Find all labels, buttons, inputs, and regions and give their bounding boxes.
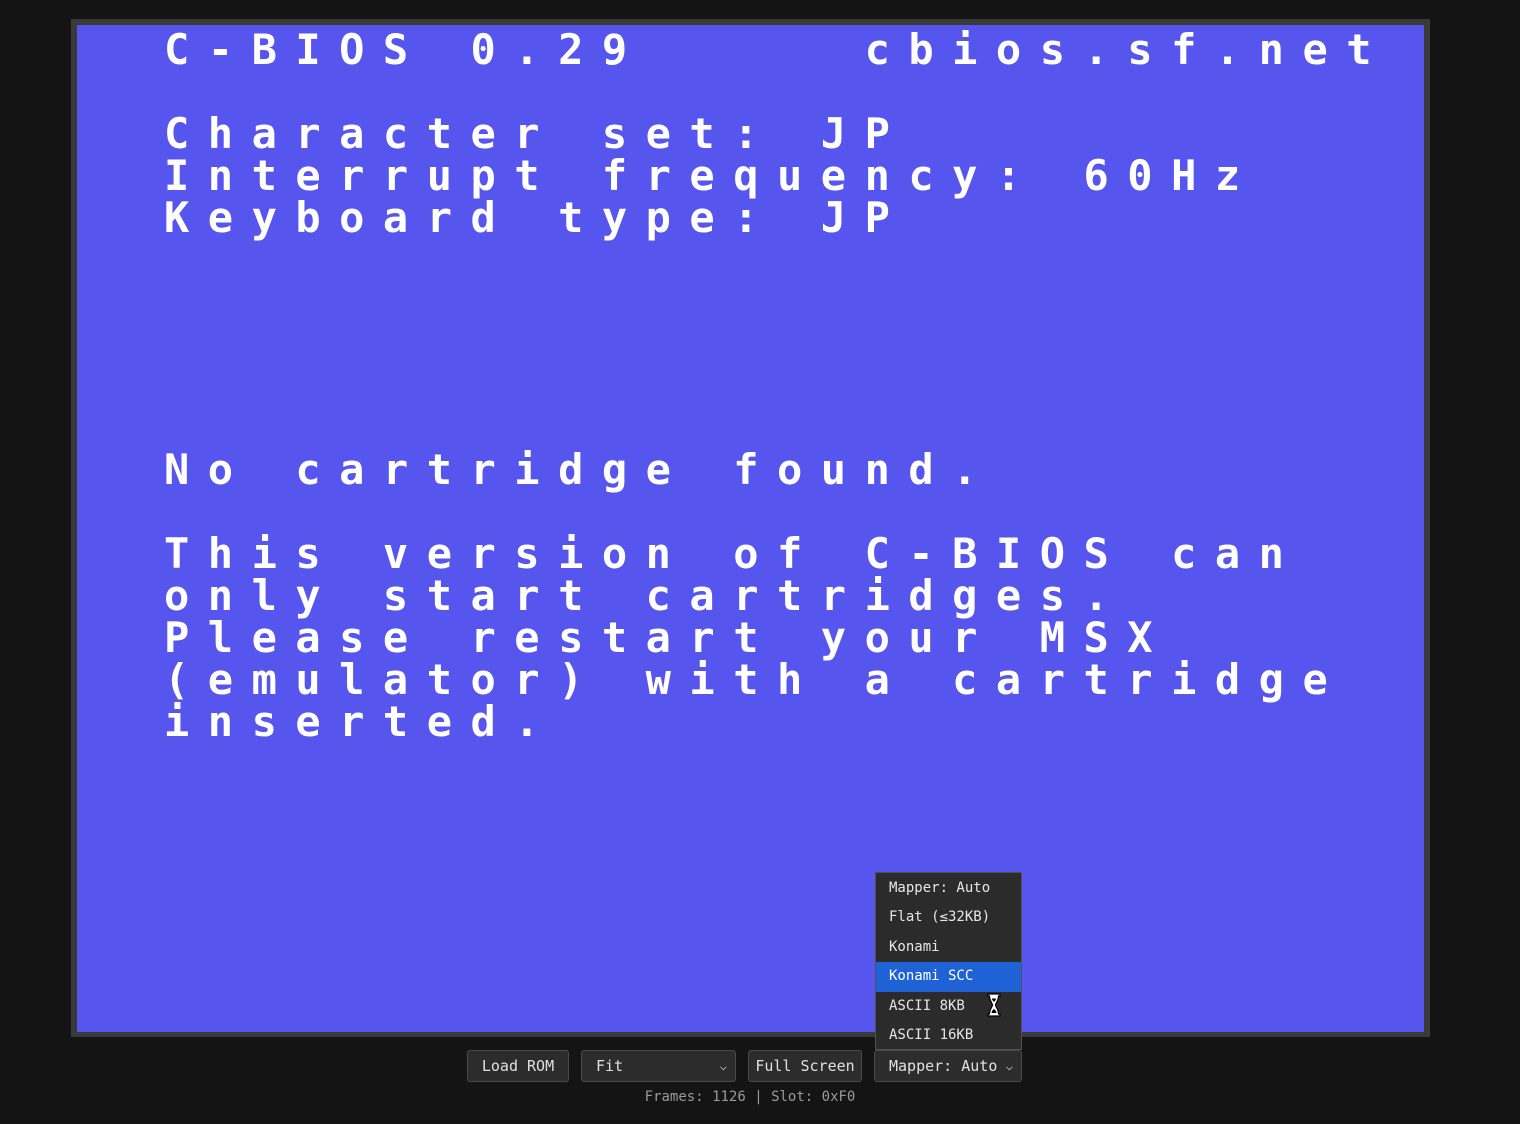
screen-line: Please restart your MSX xyxy=(164,613,1172,662)
chevron-down-icon: ⌵ xyxy=(719,1059,727,1073)
mapper-option-ascii-16kb[interactable]: ASCII 16KB xyxy=(876,1021,1021,1050)
mapper-dropdown-list[interactable]: Mapper: Auto Flat (≤32KB) Konami Konami … xyxy=(875,872,1022,1050)
mapper-option-flat[interactable]: Flat (≤32KB) xyxy=(876,903,1021,932)
screen-line: Character set: JP xyxy=(164,109,909,158)
scale-select-value: Fit xyxy=(596,1057,624,1075)
screen-line: (emulator) with a cartridge xyxy=(164,655,1347,704)
screen-line: Keyboard type: JP xyxy=(164,193,909,242)
screen-line: C-BIOS 0.29 cbios.sf.net xyxy=(164,25,1391,74)
mapper-option-konami-scc[interactable]: Konami SCC xyxy=(876,962,1021,992)
mapper-option-auto[interactable]: Mapper: Auto xyxy=(876,874,1021,903)
mapper-option-konami[interactable]: Konami xyxy=(876,933,1021,962)
scale-select[interactable]: Fit ⌵ xyxy=(581,1050,736,1082)
screen-line: only start cartridges. xyxy=(164,571,1128,620)
screen-line: This version of C-BIOS can xyxy=(164,529,1303,578)
screen-line: Interrupt frequency: 60Hz xyxy=(164,151,1259,200)
screen-line: No cartridge found. xyxy=(164,445,996,494)
chevron-down-icon: ⌵ xyxy=(1005,1059,1013,1073)
mapper-select[interactable]: Mapper: Auto ⌵ xyxy=(874,1050,1022,1082)
emulator-screen[interactable]: C-BIOS 0.29 cbios.sf.net Character set: … xyxy=(77,25,1424,1032)
hourglass-cursor-icon xyxy=(987,993,1001,1017)
screen-line: inserted. xyxy=(164,697,559,746)
status-bar: Frames: 1126 | Slot: 0xF0 xyxy=(644,1089,856,1105)
load-rom-button[interactable]: Load ROM xyxy=(467,1050,569,1082)
full-screen-button[interactable]: Full Screen xyxy=(748,1050,862,1082)
mapper-select-value: Mapper: Auto xyxy=(889,1057,998,1075)
